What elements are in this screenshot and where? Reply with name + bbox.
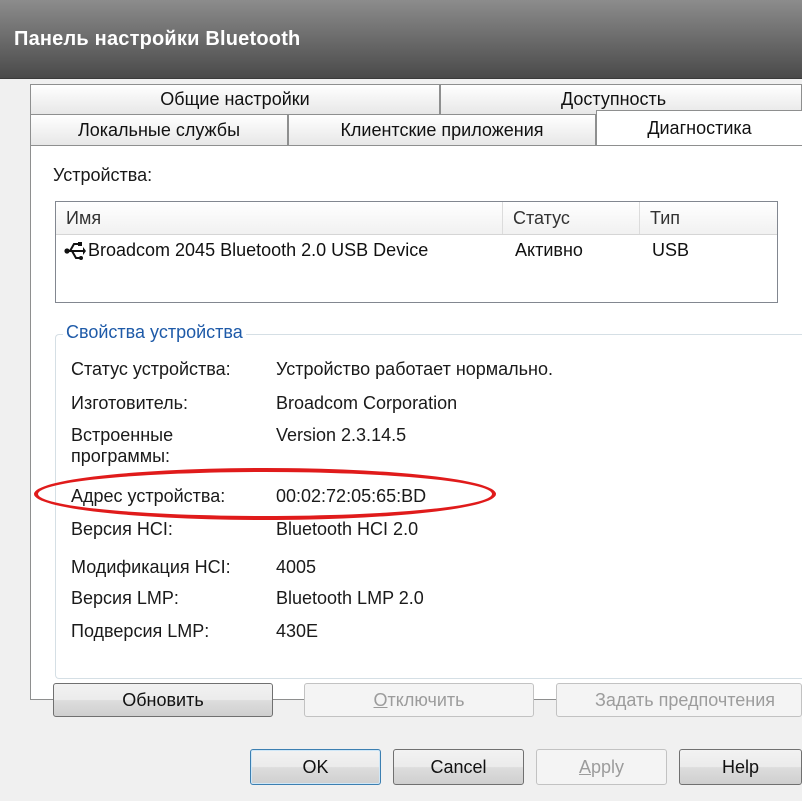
ok-button-label: OK xyxy=(302,756,329,777)
property-value-lmp-version: Bluetooth LMP 2.0 xyxy=(276,588,424,608)
tab-client-applications[interactable]: Клиентские приложения xyxy=(288,114,596,145)
property-label-manufacturer: Изготовитель: xyxy=(71,393,188,413)
cancel-button[interactable]: Cancel xyxy=(393,749,524,785)
refresh-button[interactable]: Обновить xyxy=(53,683,273,717)
ok-button[interactable]: OK xyxy=(250,749,381,785)
property-value-firmware: Version 2.3.14.5 xyxy=(276,425,407,445)
disconnect-mnemonic: О xyxy=(373,689,388,710)
disconnect-button[interactable]: Отключить xyxy=(304,683,534,717)
device-name: Broadcom 2045 Bluetooth 2.0 USB Device xyxy=(88,240,429,260)
property-label-hci-version: Версия HCI: xyxy=(71,519,173,539)
tab-label: Диагностика xyxy=(647,117,752,138)
device-properties-title: Свойства устройства xyxy=(63,322,246,343)
device-status: Активно xyxy=(515,240,583,260)
devices-label: Устройства: xyxy=(53,165,153,185)
dialog-client-area: Общие настройки Доступность Локальные сл… xyxy=(0,79,802,801)
column-header-status[interactable]: Статус xyxy=(503,202,640,234)
property-label-lmp-subversion: Подверсия LMP: xyxy=(71,621,210,641)
tab-label: Доступность xyxy=(561,89,667,109)
device-address-highlight-oval xyxy=(34,468,496,520)
tab-label: Клиентские приложения xyxy=(340,119,544,140)
cancel-button-label: Cancel xyxy=(430,756,487,777)
tab-local-services[interactable]: Локальные службы xyxy=(30,114,288,145)
column-header-name[interactable]: Имя xyxy=(56,202,503,234)
set-preferences-button-label: Задать предпочтения xyxy=(595,689,776,710)
devices-list-header: Имя Статус Тип xyxy=(56,202,777,235)
title-bar[interactable]: Панель настройки Bluetooth xyxy=(0,0,802,79)
help-button[interactable]: Help xyxy=(679,749,802,785)
help-button-label: Help xyxy=(721,756,760,777)
refresh-button-label: Обновить xyxy=(122,689,204,710)
window-title: Панель настройки Bluetooth xyxy=(14,28,301,50)
device-type: USB xyxy=(652,240,690,260)
set-preferences-button[interactable]: Задать предпочтения xyxy=(556,683,802,717)
diagnostics-tab-page: Устройства: Имя Статус Тип Broadcom 2045… xyxy=(30,145,802,700)
device-row[interactable]: Broadcom 2045 Bluetooth 2.0 USB Device А… xyxy=(56,236,777,268)
property-value-hci-revision: 4005 xyxy=(276,557,317,577)
property-label-firmware-line2: программы: xyxy=(71,446,171,466)
disconnect-button-label: тключить xyxy=(387,689,465,710)
property-label-hci-revision: Модификация HCI: xyxy=(71,557,231,577)
property-label-lmp-version: Версия LMP: xyxy=(71,588,179,608)
usb-icon xyxy=(64,241,86,261)
apply-button-label: pply xyxy=(590,756,625,777)
property-label-firmware-line1: Встроенные xyxy=(71,425,174,445)
tab-general-settings[interactable]: Общие настройки xyxy=(30,84,440,114)
property-value-manufacturer: Broadcom Corporation xyxy=(276,393,458,413)
column-header-type[interactable]: Тип xyxy=(640,202,777,234)
tab-label: Локальные службы xyxy=(77,119,241,140)
bluetooth-settings-window: Панель настройки Bluetooth Общие настрой… xyxy=(0,0,802,801)
property-value-device-status: Устройство работает нормально. xyxy=(276,359,554,379)
property-label-device-status: Статус устройства: xyxy=(71,359,231,379)
apply-button[interactable]: Apply xyxy=(536,749,667,785)
property-value-hci-version: Bluetooth HCI 2.0 xyxy=(276,519,419,539)
property-value-lmp-subversion: 430E xyxy=(276,621,319,641)
tab-diagnostics[interactable]: Диагностика xyxy=(596,110,802,145)
apply-mnemonic: A xyxy=(578,756,591,777)
devices-list[interactable]: Имя Статус Тип Broadcom 2045 Bluetooth 2… xyxy=(55,201,778,303)
tab-label: Общие настройки xyxy=(160,89,310,109)
